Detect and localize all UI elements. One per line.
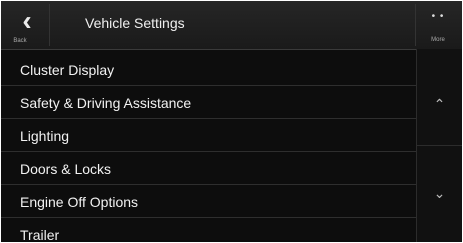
page-down-icon: ⌄ <box>433 185 446 201</box>
more-label: More <box>431 37 445 43</box>
page-up-icon: ⌃ <box>433 96 446 112</box>
back-label: Back <box>13 38 27 44</box>
more-dots-icon: • • <box>431 11 445 22</box>
list-item-label: Trailer <box>20 227 60 242</box>
vehicle-settings-screen: ‹ Back Vehicle Settings • • More Cluster… <box>1 1 462 242</box>
page-down-button[interactable]: ⌄ <box>417 146 462 242</box>
more-button[interactable]: • • More <box>415 4 460 46</box>
list-item-label: Lighting <box>20 128 70 144</box>
chevron-left-icon: ‹ <box>22 5 32 36</box>
back-button[interactable]: ‹ Back <box>5 4 50 46</box>
settings-list: Cluster Display Safety & Driving Assista… <box>1 53 417 242</box>
list-item-label: Engine Off Options <box>20 194 139 210</box>
page-title: Vehicle Settings <box>85 15 185 31</box>
list-item-doors-locks[interactable]: Doors & Locks <box>1 152 417 185</box>
page-up-button[interactable]: ⌃ <box>417 49 462 146</box>
scrollbar: ⌃ ⌄ <box>416 49 462 242</box>
list-item-label: Cluster Display <box>20 62 115 78</box>
list-item-safety-driving-assistance[interactable]: Safety & Driving Assistance <box>1 86 417 119</box>
list-item-trailer[interactable]: Trailer <box>1 218 417 242</box>
list-item-label: Safety & Driving Assistance <box>20 95 192 111</box>
list-item-label: Doors & Locks <box>20 161 112 177</box>
list-item-cluster-display[interactable]: Cluster Display <box>1 53 417 86</box>
list-item-lighting[interactable]: Lighting <box>1 119 417 152</box>
list-item-engine-off-options[interactable]: Engine Off Options <box>1 185 417 218</box>
header-bar: ‹ Back Vehicle Settings • • More <box>1 1 462 50</box>
